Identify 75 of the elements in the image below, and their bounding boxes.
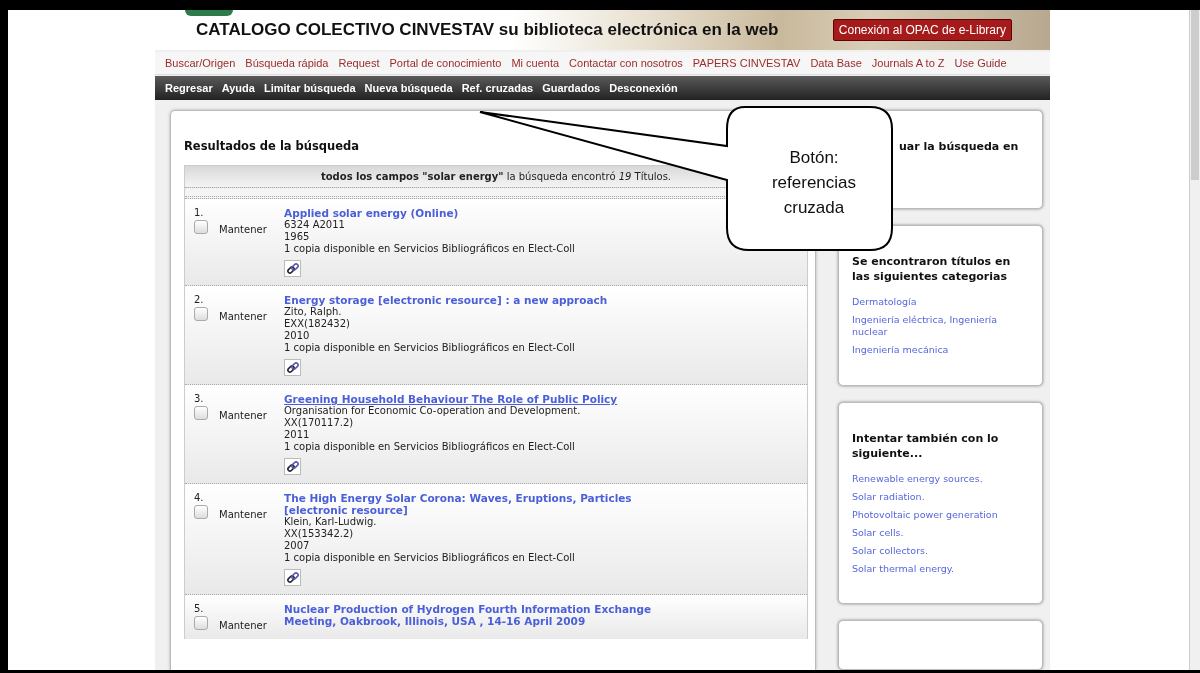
site-title: CATALOGO COLECTIVO CINVESTAV su biblioteca electrónica en la web: [196, 20, 780, 40]
card-heading: uar la búsqueda en: [899, 139, 1020, 154]
result-detail: 1 copia disponible en Servicios Bibliográficos en Elect-Coll: [284, 441, 575, 453]
suggestion-link[interactable]: Solar radiation.: [852, 491, 1030, 504]
result-detail: Organisation for Economic Co-operation and Development.: [284, 405, 581, 417]
result-detail: Zito, Ralph.: [284, 306, 342, 318]
results-heading: Resultados de la búsqueda: [184, 139, 361, 153]
suggestion-link[interactable]: Solar cells.: [852, 527, 1030, 540]
result-number: 3.: [194, 393, 205, 404]
result-title-link[interactable]: Greening Household Behaviour The Role of Public Policy: [284, 393, 618, 405]
link-icon[interactable]: [284, 458, 301, 475]
suggestion-link[interactable]: Solar thermal energy.: [852, 563, 1030, 576]
keep-label: Mantener: [219, 311, 267, 322]
action-link[interactable]: Ayuda: [221, 82, 255, 94]
suggestion-link[interactable]: Solar collectors.: [852, 545, 1030, 558]
result-number: 1.: [194, 207, 205, 218]
nav-link[interactable]: Portal de conocimiento: [389, 57, 502, 69]
keep-checkbox[interactable]: [194, 406, 208, 420]
suggestion-link[interactable]: Photovoltaic power generation: [852, 509, 1030, 522]
nav-link[interactable]: Mi cuenta: [511, 57, 560, 69]
nav-link[interactable]: PAPERS CINVESTAV: [692, 57, 801, 69]
nav-link[interactable]: Request: [338, 57, 380, 69]
keep-checkbox[interactable]: [194, 505, 208, 519]
keep-label: Mantener: [219, 620, 267, 631]
result-title-link[interactable]: Nuclear Production of Hydrogen Fourth Information Exchange Meeting, Oakbrook, Illinois, USA , 14-16 April 2009: [284, 603, 677, 627]
result-number: 4.: [194, 492, 205, 503]
result-number: 5.: [194, 603, 205, 614]
result-detail: Klein, Karl-Ludwig.: [284, 516, 377, 528]
result-detail: 1 copia disponible en Servicios Bibliográficos en Elect-Coll: [284, 552, 575, 564]
action-link[interactable]: Guardados: [542, 82, 601, 94]
result-detail: EXX(182432): [284, 318, 350, 330]
result-detail: 2011: [284, 429, 310, 441]
suggestion-link[interactable]: Renewable energy sources.: [852, 473, 1030, 486]
results-summary: todos los campos "solar energy" la búsqueda encontró 19 Títulos.: [320, 171, 672, 182]
nav-link[interactable]: Contactar con nosotros: [569, 57, 683, 69]
suggestion-link[interactable]: Dermatología: [852, 296, 1030, 309]
action-link[interactable]: Nueva búsqueda: [364, 82, 453, 94]
nav-link[interactable]: Búsqueda rápida: [245, 57, 329, 69]
keep-checkbox[interactable]: [194, 307, 208, 321]
result-detail: 1 copia disponible en Servicios Bibliográficos en Elect-Coll: [284, 243, 575, 255]
result-detail: 6324 A2011: [284, 219, 345, 231]
nav-link[interactable]: Buscar/Origen: [165, 57, 236, 69]
card-heading: Se encontraron títulos en las siguientes categorias: [852, 254, 1012, 285]
opac-button[interactable]: Conexión al OPAC de e-Library: [832, 19, 1012, 41]
action-link[interactable]: Regresar: [165, 82, 213, 94]
nav-link[interactable]: Journals A to Z: [871, 57, 945, 69]
result-detail: 1 copia disponible en Servicios Bibliográficos en Elect-Coll: [284, 342, 575, 354]
result-title-link[interactable]: Energy storage [electronic resource] : a new approach: [284, 294, 608, 306]
link-icon[interactable]: [284, 359, 301, 376]
suggestion-link[interactable]: Ingeniería mecánica: [852, 344, 1030, 357]
callout-text: Botón: referencias cruzada: [770, 146, 858, 219]
nav-link[interactable]: Use Guide: [954, 57, 1007, 69]
suggestion-link[interactable]: Ingeniería eléctrica, Ingeniería nuclear: [852, 314, 1030, 339]
nav-link[interactable]: Data Base: [810, 57, 862, 69]
link-icon[interactable]: [284, 569, 301, 586]
result-detail: 2007: [284, 540, 310, 552]
result-detail: 1965: [284, 231, 310, 243]
result-detail: 2010: [284, 330, 310, 342]
keep-label: Mantener: [219, 410, 267, 421]
action-link[interactable]: Desconexión: [609, 82, 678, 94]
result-title-link[interactable]: The High Energy Solar Corona: Waves, Eruptions, Particles [electronic resource]: [284, 492, 677, 516]
action-link[interactable]: Ref. cruzadas: [461, 82, 534, 94]
result-number: 2.: [194, 294, 205, 305]
action-link[interactable]: Limitar búsqueda: [263, 82, 356, 94]
keep-label: Mantener: [219, 224, 267, 235]
link-icon[interactable]: [284, 260, 301, 277]
keep-checkbox[interactable]: [194, 616, 208, 630]
logo-icon: [185, 10, 233, 16]
result-title-link[interactable]: Applied solar energy (Online): [284, 207, 459, 219]
keep-checkbox[interactable]: [194, 220, 208, 234]
card-heading: Intentar también con lo siguiente...: [852, 431, 1000, 462]
result-detail: XX(153342.2): [284, 528, 354, 540]
keep-label: Mantener: [219, 509, 267, 520]
result-detail: XX(170117.2): [284, 417, 354, 429]
scrollbar[interactable]: [1189, 10, 1200, 670]
